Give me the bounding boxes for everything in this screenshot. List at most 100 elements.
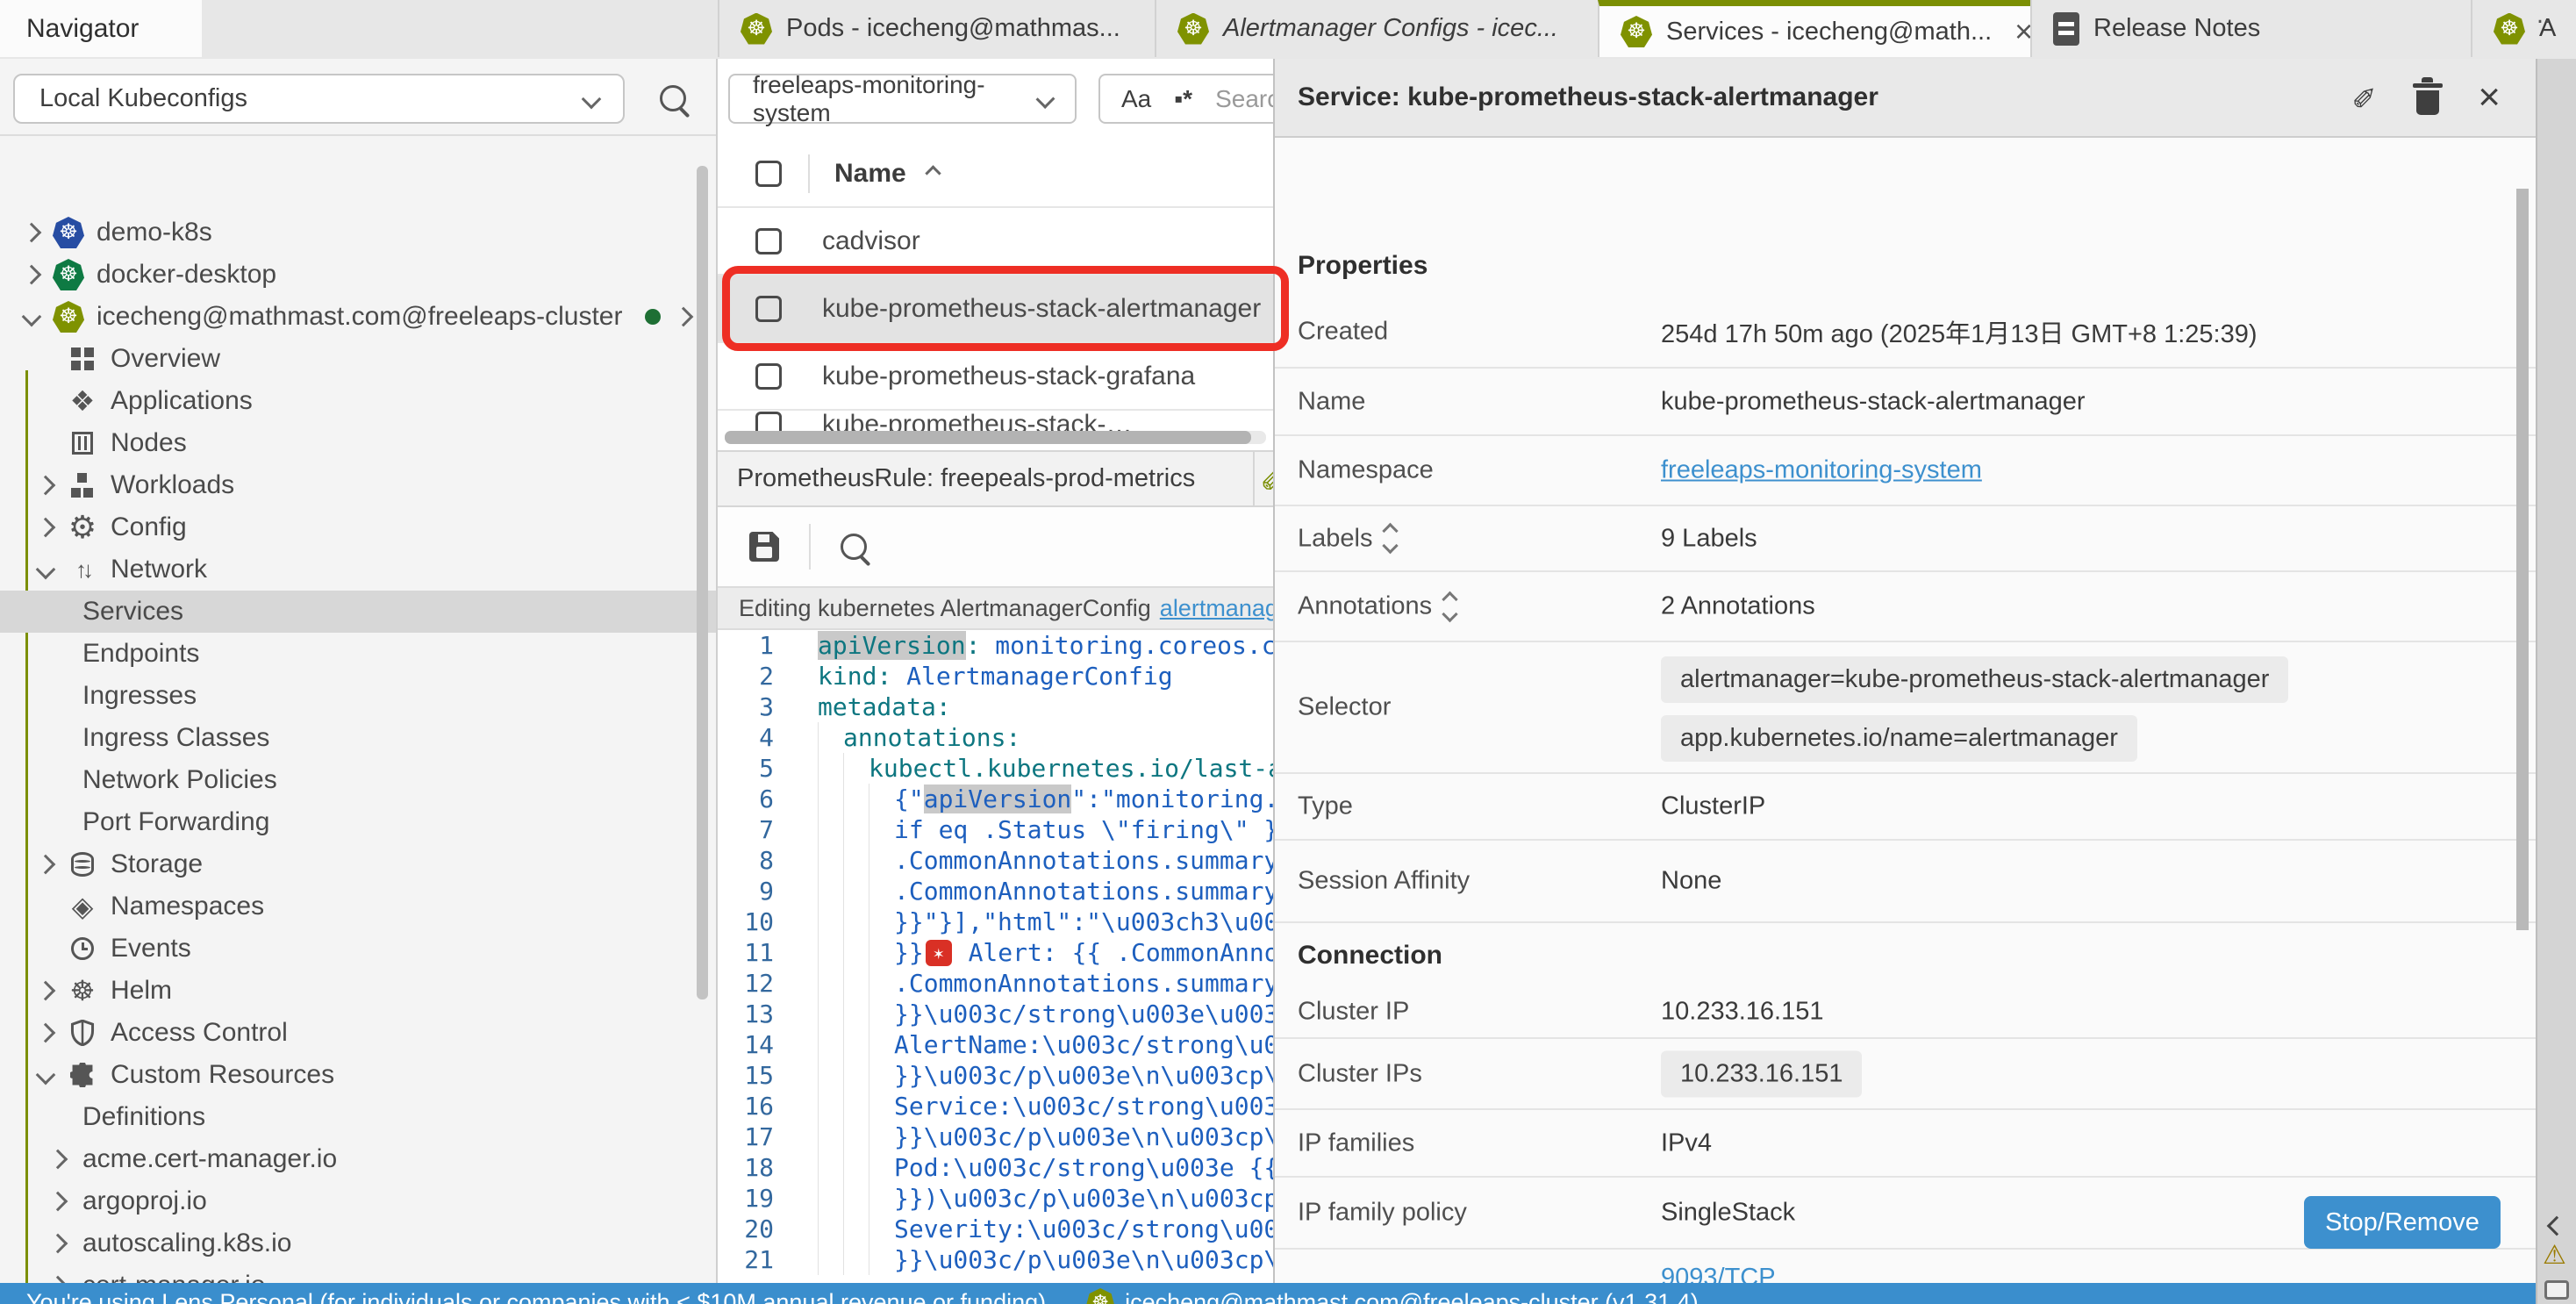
close-icon[interactable]: × (2478, 78, 2501, 117)
sidebar-item-workloads[interactable]: Workloads (0, 464, 718, 506)
chevron-down-icon[interactable] (36, 1065, 56, 1085)
sidebar-item-demo-k8s[interactable]: ☸demo-k8s (0, 211, 718, 254)
tab-services[interactable]: ☸Services - icecheng@math...× (1598, 0, 2030, 57)
sidebar-item-config[interactable]: ⚙Config (0, 506, 718, 548)
code-line[interactable]: 10}}"}],"html":"\u003ch3\u003e\u (718, 906, 1273, 937)
sidebar-scrollbar[interactable] (697, 166, 708, 999)
sidebar-item-access-control[interactable]: Access Control (0, 1012, 718, 1054)
chevron-right-icon[interactable] (22, 223, 42, 243)
tab-release[interactable]: Release Notes (2030, 0, 2471, 57)
sidebar-item-applications[interactable]: ❖Applications (0, 380, 718, 422)
expand-collapse-carets[interactable] (1385, 526, 1396, 552)
code-line[interactable]: 2kind: AlertmanagerConfig (718, 661, 1273, 691)
chevron-down-icon[interactable] (36, 560, 56, 580)
chevron-left-icon[interactable] (2547, 1216, 2567, 1236)
search-icon[interactable] (841, 534, 867, 560)
chevron-down-icon[interactable] (22, 307, 42, 327)
table-row[interactable]: kube-prometheus-stack-grafana (718, 343, 1273, 411)
code-line[interactable]: 12.CommonAnnotations.summary }}- (718, 968, 1273, 999)
chevron-right-icon[interactable] (36, 476, 56, 496)
chevron-right-icon[interactable] (48, 1276, 68, 1283)
sidebar-item-events[interactable]: Events (0, 928, 718, 970)
sidebar-item-cert-manager-io[interactable]: cert-manager.io (0, 1265, 718, 1283)
chevron-right-icon[interactable] (22, 265, 42, 285)
code-line[interactable]: 13}}\u003c/strong\u003e\u003c/h3 (718, 999, 1273, 1029)
chevron-right-icon[interactable] (36, 855, 56, 875)
row-checkbox[interactable] (755, 228, 782, 254)
code-line[interactable]: 16Service:\u003c/strong\u003e {- (718, 1091, 1273, 1121)
chevron-right-icon[interactable] (674, 307, 694, 327)
edit-icon[interactable]: ✎ (2348, 85, 2383, 111)
code-line[interactable]: 11}}✶ Alert: {{ .CommonAnnotati (718, 937, 1273, 968)
code-line[interactable]: 18Pod:\u003c/strong\u003e {{ .Co (718, 1152, 1273, 1183)
code-line[interactable]: 19}})\u003c/p\u003e\n\u003cp\u00 (718, 1183, 1273, 1214)
sidebar-item-nodes[interactable]: Nodes (0, 422, 718, 464)
code-line[interactable]: 3metadata: (718, 691, 1273, 722)
code-line[interactable]: 20Severity:\u003c/strong\u003e - (718, 1214, 1273, 1244)
code-line[interactable]: 15}}\u003c/p\u003e\n\u003cp\u003 (718, 1060, 1273, 1091)
chevron-right-icon[interactable] (36, 981, 56, 1001)
sidebar-item-docker-desktop[interactable]: ☸docker-desktop (0, 254, 718, 296)
yaml-editor[interactable]: 1apiVersion: monitoring.coreos.com/v12ki… (718, 630, 1273, 1283)
namespace-link[interactable]: freeleaps-monitoring-system (1661, 456, 1982, 484)
active-cluster-status[interactable]: ☸ icecheng@mathmast.com@freeleaps-cluste… (1086, 1288, 1699, 1304)
select-all-checkbox[interactable] (755, 161, 782, 187)
chevron-right-icon[interactable] (36, 1023, 56, 1043)
search-box[interactable]: Aa ▪* Search (1098, 74, 1273, 124)
table-row[interactable]: kube-prometheus-stack-alertmanager (718, 276, 1273, 343)
sidebar-item-port-forwarding[interactable]: Port Forwarding (0, 801, 718, 843)
chevron-right-icon[interactable] (48, 1192, 68, 1212)
drawer-scrollbar[interactable] (2516, 189, 2529, 930)
row-checkbox[interactable] (755, 296, 782, 322)
code-line[interactable]: 4annotations: (718, 722, 1273, 753)
code-line[interactable]: 17}}\u003c/p\u003e\n\u003cp\u003 (718, 1121, 1273, 1152)
sidebar-item-network-policies[interactable]: Network Policies (0, 759, 718, 801)
save-icon[interactable] (749, 532, 779, 562)
code-line[interactable]: 5kubectl.kubernetes.io/last-appli (718, 753, 1273, 784)
regex-icon[interactable]: ▪* (1174, 85, 1192, 113)
code-line[interactable]: 9.CommonAnnotations.summary }}- (718, 876, 1273, 906)
tab-pods[interactable]: ☸Pods - icecheng@mathmas... (718, 0, 1155, 57)
delete-icon[interactable] (2416, 90, 2439, 115)
chevron-right-icon[interactable] (48, 1234, 68, 1254)
kubeconfig-select[interactable]: Local Kubeconfigs (13, 74, 625, 124)
table-row[interactable]: cadvisor (718, 208, 1273, 276)
code-line[interactable]: 21}}\u003c/p\u003e\n\u003cp\u003 (718, 1244, 1273, 1275)
sidebar-item-overview[interactable]: Overview (0, 338, 718, 380)
port-link[interactable]: 9093/TCP (1661, 1264, 1776, 1283)
edit-button[interactable]: ✎ (1253, 452, 1273, 505)
code-line[interactable]: 14AlertName:\u003c/strong\u003e (718, 1029, 1273, 1060)
close-icon[interactable]: × (2014, 13, 2030, 50)
tab-alertmanager[interactable]: ☸Alertmanager Configs - icec... (1155, 0, 1598, 57)
sidebar-item-helm[interactable]: ☸Helm (0, 970, 718, 1012)
sidebar-item-acme-cert-manager-io[interactable]: acme.cert-manager.io (0, 1138, 718, 1180)
prometheus-rule-row[interactable]: PrometheusRule: freepeals-prod-metrics ✎ (718, 450, 1273, 507)
sidebar-item-argoproj-io[interactable]: argoproj.io (0, 1180, 718, 1222)
sidebar-item-icecheng-mathmast-com-freeleaps-cluster[interactable]: ☸icecheng@mathmast.com@freeleaps-cluster (0, 296, 718, 338)
notification-box-icon[interactable] (2544, 1280, 2569, 1300)
sidebar-item-definitions[interactable]: Definitions (0, 1096, 718, 1138)
expand-collapse-carets[interactable] (1444, 593, 1456, 620)
table-header[interactable]: Name (718, 140, 1273, 208)
horizontal-scrollbar[interactable] (725, 431, 1266, 444)
code-line[interactable]: 1apiVersion: monitoring.coreos.com/v1 (718, 630, 1273, 661)
code-line[interactable]: 8.CommonAnnotations.summary }}- (718, 845, 1273, 876)
editing-resource-link[interactable]: alertmanager (1160, 595, 1273, 622)
warning-icon[interactable]: ⚠ (2543, 1240, 2566, 1271)
sidebar-item-services[interactable]: Services (0, 591, 718, 633)
sort-asc-icon[interactable] (925, 165, 941, 181)
sidebar-item-namespaces[interactable]: ◈Namespaces (0, 885, 718, 928)
sidebar-item-network[interactable]: ↑↓Network (0, 548, 718, 591)
stop-remove-button[interactable]: Stop/Remove (2304, 1196, 2501, 1249)
sidebar-item-ingresses[interactable]: Ingresses (0, 675, 718, 717)
row-checkbox[interactable] (755, 363, 782, 390)
code-line[interactable]: 6{"apiVersion":"monitoring.core (718, 784, 1273, 814)
chevron-right-icon[interactable] (36, 518, 56, 538)
namespace-select[interactable]: freeleaps-monitoring-system (728, 74, 1077, 124)
tab-partial[interactable]: ☸ A (2471, 0, 2576, 57)
sidebar-item-autoscaling-k8s-io[interactable]: autoscaling.k8s.io (0, 1222, 718, 1265)
sidebar-item-custom-resources[interactable]: Custom Resources (0, 1054, 718, 1096)
search-icon[interactable] (660, 85, 686, 111)
chevron-right-icon[interactable] (48, 1150, 68, 1170)
column-header-name[interactable]: Name (834, 159, 906, 189)
